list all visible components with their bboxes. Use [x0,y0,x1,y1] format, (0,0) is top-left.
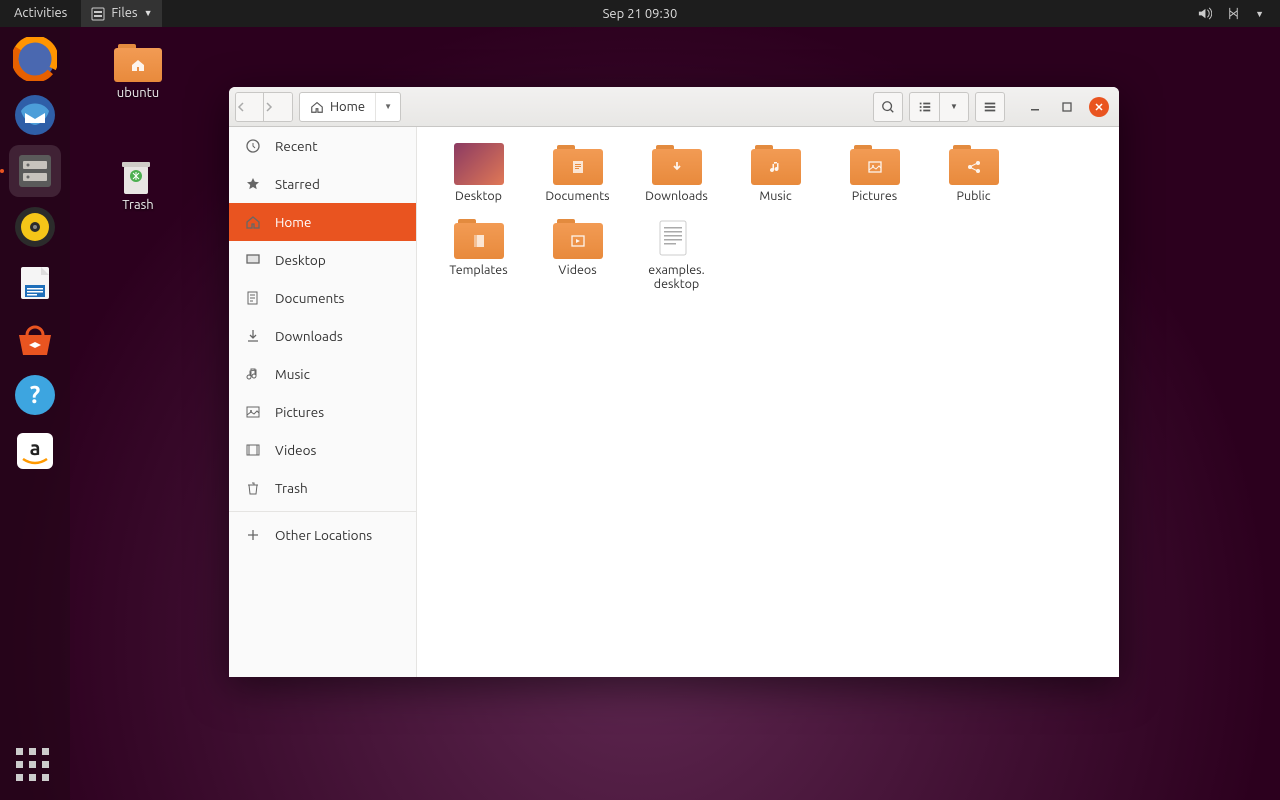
path-label: Home [330,100,365,114]
downloads-icon [245,328,261,344]
dock-rhythmbox[interactable] [9,201,61,253]
file-item[interactable]: Pictures [825,139,924,207]
sidebar-item-documents[interactable]: Documents [229,279,416,317]
documents-icon [245,290,261,306]
file-item-label: Documents [530,189,625,203]
sidebar-item-label: Trash [275,480,308,496]
chevron-down-icon[interactable]: ▼ [1255,9,1264,19]
file-item-label: Music [728,189,823,203]
svg-text:a: a [30,436,41,459]
file-item-label: Public [926,189,1021,203]
show-applications[interactable] [16,748,50,782]
file-item[interactable]: examples. desktop [627,213,726,295]
sidebar-item-label: Other Locations [275,527,372,543]
files-icon [91,7,105,21]
sidebar-item-recent[interactable]: Recent [229,127,416,165]
sidebar-item-label: Starred [275,176,320,192]
activities-button[interactable]: Activities [0,0,81,27]
file-item[interactable]: Music [726,139,825,207]
file-item[interactable]: Desktop [429,139,528,207]
file-item-label: Templates [431,263,526,277]
dock-files[interactable] [9,145,61,197]
file-item-label: examples. desktop [629,263,724,291]
sidebar-item-label: Music [275,366,310,382]
maximize-button[interactable] [1057,97,1077,117]
sidebar-item-label: Home [275,214,311,230]
desktop-icon-label: ubuntu [98,86,178,100]
volume-icon[interactable] [1197,6,1212,21]
dock-amazon[interactable]: a [9,425,61,477]
titlebar[interactable]: Home ▼ ▼ [229,87,1119,127]
back-button[interactable] [236,93,264,121]
file-item[interactable]: Videos [528,213,627,295]
sidebar-item-label: Pictures [275,404,324,420]
desktop-icon [245,252,261,268]
svg-text:?: ? [30,381,41,408]
trash-icon [245,480,261,496]
forward-button[interactable] [264,93,292,121]
sidebar-item-label: Videos [275,442,316,458]
app-menu-label: Files [111,0,137,27]
sidebar-item-desktop[interactable]: Desktop [229,241,416,279]
sidebar-item-home[interactable]: Home [229,203,416,241]
home-icon [310,100,324,114]
minimize-button[interactable] [1025,97,1045,117]
file-item-label: Downloads [629,189,724,203]
sidebar-item-videos[interactable]: Videos [229,431,416,469]
sidebar-item-pictures[interactable]: Pictures [229,393,416,431]
pictures-icon [245,404,261,420]
sidebar: Recent Starred Home Desktop Documents Downloa… [229,127,417,677]
sidebar-item-label: Desktop [275,252,326,268]
sidebar-item-label: Recent [275,138,318,154]
file-item[interactable]: Documents [528,139,627,207]
close-button[interactable] [1089,97,1109,117]
files-window: Home ▼ ▼ Recent Starred Home Desktop Documen… [229,87,1119,677]
clock[interactable]: Sep 21 09:30 [603,7,678,21]
hamburger-menu[interactable] [975,92,1005,122]
file-view[interactable]: Desktop Documents Downloads Music Pictures Pu… [417,127,1119,677]
file-item-label: Desktop [431,189,526,203]
desktop-trash[interactable]: Trash [98,154,178,212]
file-item[interactable]: Templates [429,213,528,295]
sidebar-other-locations[interactable]: Other Locations [229,516,416,554]
star-icon [245,176,261,192]
path-dropdown[interactable]: ▼ [375,93,400,121]
desktop-home-folder[interactable]: ubuntu [98,42,178,100]
file-item[interactable]: Public [924,139,1023,207]
sidebar-item-starred[interactable]: Starred [229,165,416,203]
view-list-button[interactable] [909,92,939,122]
dock-software[interactable] [9,313,61,365]
desktop-icon-label: Trash [98,198,178,212]
file-item-label: Pictures [827,189,922,203]
view-options-button[interactable]: ▼ [939,92,969,122]
sidebar-item-music[interactable]: Music [229,355,416,393]
videos-icon [245,442,261,458]
file-item-label: Videos [530,263,625,277]
app-menu[interactable]: Files ▼ [81,0,162,27]
chevron-down-icon: ▼ [144,0,153,27]
path-bar[interactable]: Home ▼ [299,92,401,122]
home-icon [245,214,261,230]
sidebar-item-downloads[interactable]: Downloads [229,317,416,355]
sidebar-item-label: Downloads [275,328,343,344]
dock-thunderbird[interactable] [9,89,61,141]
dock-firefox[interactable] [9,33,61,85]
search-button[interactable] [873,92,903,122]
sidebar-item-trash[interactable]: Trash [229,469,416,507]
file-item[interactable]: Downloads [627,139,726,207]
music-icon [245,366,261,382]
plus-icon [245,527,261,543]
sidebar-item-label: Documents [275,290,344,306]
dock: ? a [0,27,70,800]
clock-icon [245,138,261,154]
dock-help[interactable]: ? [9,369,61,421]
dock-writer[interactable] [9,257,61,309]
network-icon[interactable] [1226,6,1241,21]
top-panel: Activities Files ▼ Sep 21 09:30 ▼ [0,0,1280,27]
